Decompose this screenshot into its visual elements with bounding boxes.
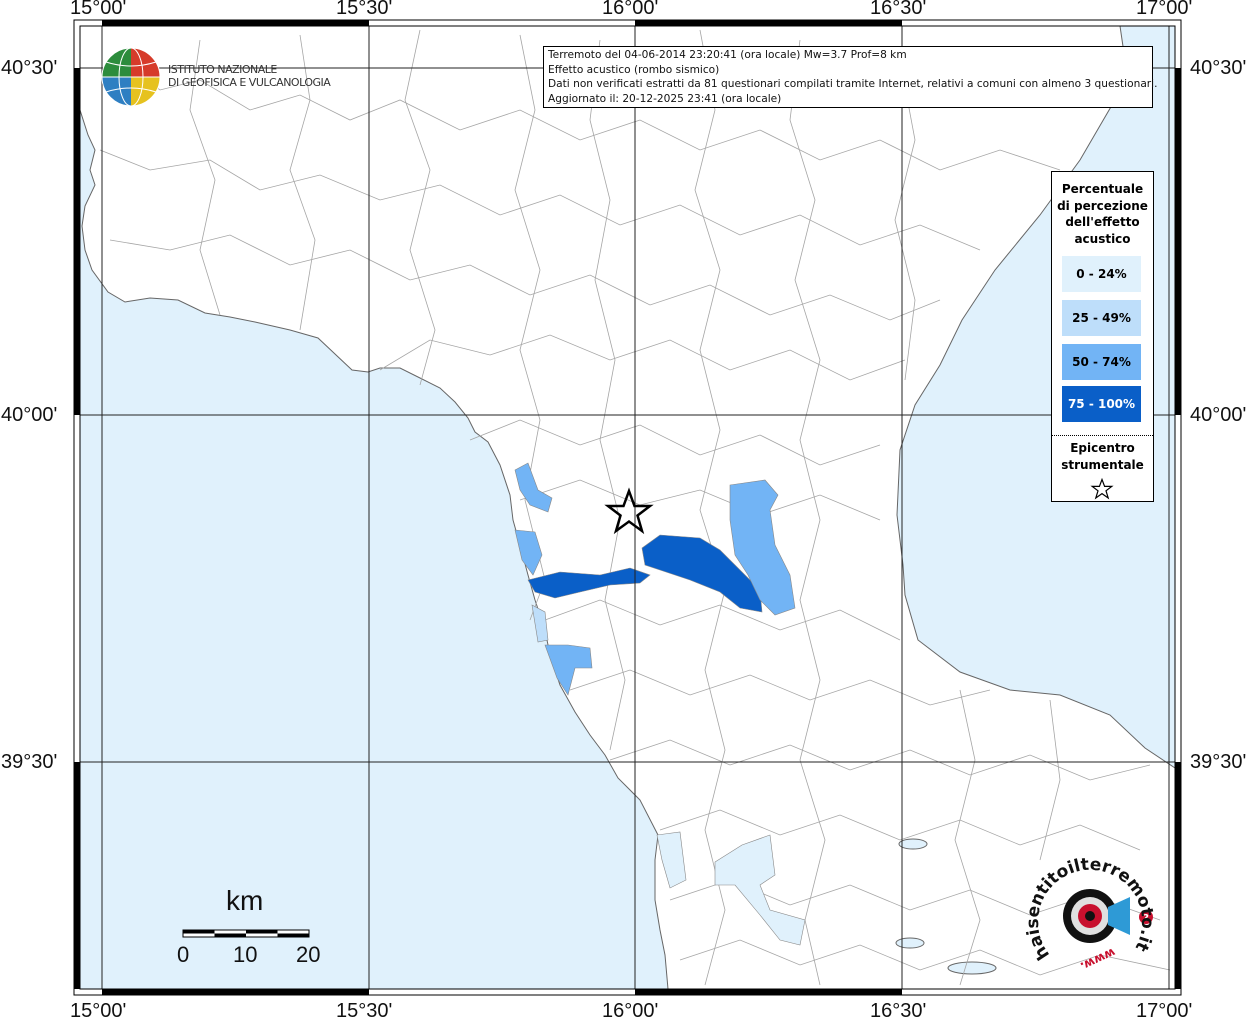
legend-separator (1052, 435, 1153, 436)
lat-label-left-2: 40°00' (1, 404, 58, 426)
lon-label-bottom-1: 15°00' (70, 1000, 127, 1022)
lon-label-top-2: 15°30' (336, 0, 393, 19)
lon-label-bottom-4: 16°30' (870, 1000, 927, 1022)
scale-bar (182, 929, 310, 938)
ingv-globe-icon (101, 47, 161, 107)
lon-label-top-1: 15°00' (70, 0, 127, 19)
lon-label-bottom-3: 16°00' (602, 1000, 659, 1022)
event-info-box: Terremoto del 04-06-2014 23:20:41 (ora l… (543, 46, 1158, 108)
legend-epicenter-label: Epicentro strumentale (1061, 441, 1144, 472)
ingv-logo-line-1: ISTITUTO NAZIONALE (168, 63, 277, 76)
ingv-logo-line-2: DI GEOFISICA E VULCANOLOGIA (168, 76, 331, 89)
lon-label-top-5: 17°00' (1136, 0, 1193, 19)
star-icon (1090, 478, 1114, 500)
lon-label-bottom-5: 17°00' (1136, 1000, 1193, 1022)
lon-label-top-4: 16°30' (870, 0, 927, 19)
scale-bar-tick-10: 10 (233, 942, 258, 967)
ingv-logo-text: ISTITUTO NAZIONALE DI GEOFISICA E VULCAN… (168, 63, 331, 89)
scale-bar-tick-0: 0 (177, 942, 190, 967)
lat-label-left-1: 40°30' (1, 57, 58, 79)
scale-bar-title: km (226, 885, 264, 916)
map-canvas: ? haisentitoilterremoto.it www. (0, 0, 1255, 1024)
event-info-line-2: Effetto acustico (rombo sismico) (548, 63, 720, 76)
lat-label-right-2: 40°00' (1190, 404, 1247, 426)
lat-label-right-1: 40°30' (1190, 57, 1247, 79)
event-info-line-4: Aggiornato il: 20-12-2025 23:41 (ora loc… (548, 92, 782, 105)
lat-label-left-3: 39°30' (1, 751, 58, 773)
event-info-line-3: Dati non verificati estratti da 81 quest… (548, 78, 1158, 90)
lon-label-top-3: 16°00' (602, 0, 659, 19)
legend-class-1: 0 - 24% (1062, 256, 1141, 292)
legend-class-2: 25 - 49% (1062, 300, 1141, 336)
lat-label-right-3: 39°30' (1190, 751, 1247, 773)
event-info-line-1: Terremoto del 04-06-2014 23:20:41 (ora l… (548, 49, 907, 61)
legend-box: Percentuale di percezione dell'effetto a… (1051, 171, 1154, 502)
legend-class-4: 75 - 100% (1062, 386, 1141, 422)
legend-title: Percentuale di percezione dell'effetto a… (1057, 182, 1148, 246)
lon-label-bottom-2: 15°30' (336, 1000, 393, 1022)
scale-bar-tick-20: 20 (296, 942, 321, 967)
legend-class-3: 50 - 74% (1062, 344, 1141, 380)
